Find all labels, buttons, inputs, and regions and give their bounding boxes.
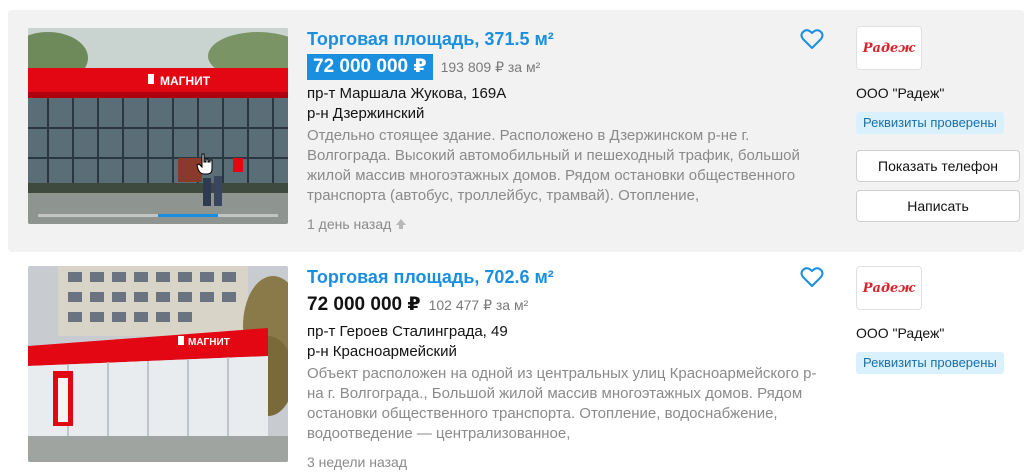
- seller-name[interactable]: ООО "Радеж": [856, 324, 1024, 342]
- listing-date: 3 недели назад: [307, 452, 827, 472]
- seller-block: Радеж ООО "Радеж" Реквизиты проверены По…: [856, 26, 1024, 222]
- store-sign-text: МАГНИТ: [188, 337, 230, 348]
- seller-logo-text: Радеж: [862, 280, 916, 296]
- heart-outline-icon[interactable]: [800, 28, 824, 50]
- listing-date-text: 3 недели назад: [307, 454, 407, 470]
- listing-card[interactable]: МАГНИТ Торговая площадь, 702.6 м² 72 000…: [8, 258, 1024, 475]
- write-message-button[interactable]: Написать: [856, 190, 1020, 222]
- seller-logo[interactable]: Радеж: [856, 26, 922, 70]
- seller-logo[interactable]: Радеж: [856, 266, 922, 310]
- listing-district: р-н Дзержинский: [307, 105, 425, 122]
- heart-outline-icon[interactable]: [800, 266, 824, 288]
- price-per-m2: 102 477 ₽ за м²: [428, 297, 529, 313]
- seller-block: Радеж ООО "Радеж" Реквизиты проверены: [856, 266, 1024, 374]
- listing-description: Отдельно стоящее здание. Расположено в Д…: [307, 127, 800, 204]
- listing-price: 72 000 000 ₽: [307, 294, 421, 315]
- price-per-m2: 193 809 ₽ за м²: [440, 59, 541, 75]
- listing-photo[interactable]: МАГНИТ: [28, 266, 288, 462]
- store-sign-text: МАГНИТ: [160, 74, 211, 88]
- listing-date-text: 1 день назад: [307, 216, 392, 232]
- verified-badge: Реквизиты проверены: [856, 112, 1004, 134]
- seller-name[interactable]: ООО "Радеж": [856, 84, 1024, 102]
- show-phone-button[interactable]: Показать телефон: [856, 150, 1020, 182]
- listing-photo[interactable]: МАГНИТ: [28, 28, 288, 224]
- listing-title[interactable]: Торговая площадь, 702.6 м²: [307, 266, 827, 290]
- listing-address: пр-т Маршала Жукова, 169А: [307, 85, 507, 102]
- listing-price: 72 000 000 ₽: [307, 54, 433, 80]
- listing-date: 1 день назад: [307, 214, 827, 234]
- listing-district: р-н Красноармейский: [307, 343, 457, 360]
- listing-card[interactable]: МАГНИТ Торговая площадь, 371.5 м² 72 000…: [8, 10, 1024, 252]
- seller-logo-text: Радеж: [862, 40, 916, 56]
- listing-title[interactable]: Торговая площадь, 371.5 м²: [307, 28, 827, 52]
- listing-description: Объект расположен на одной из центральны…: [307, 365, 817, 442]
- hand-pointer-icon: [196, 153, 213, 175]
- listing-address: пр-т Героев Сталинграда, 49: [307, 323, 508, 340]
- verified-badge: Реквизиты проверены: [856, 352, 1004, 374]
- arrow-up-icon: [396, 219, 407, 229]
